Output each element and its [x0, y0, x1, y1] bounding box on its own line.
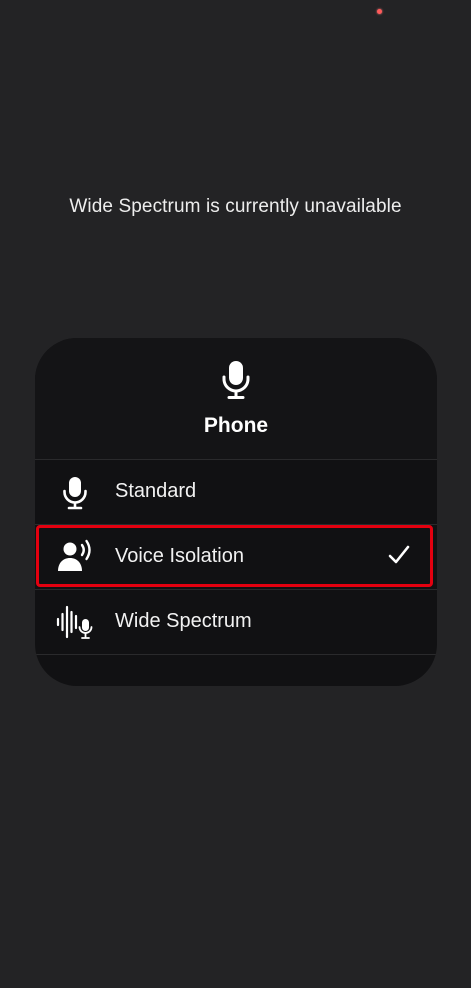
voice-isolation-icon	[58, 539, 91, 571]
option-label: Standard	[115, 480, 197, 502]
option-label: Wide Spectrum	[115, 610, 252, 632]
option-label: Voice Isolation	[115, 545, 244, 567]
checkmark-icon	[388, 545, 410, 564]
option-standard[interactable]: Standard	[35, 459, 437, 523]
microphone-icon	[222, 361, 250, 399]
mic-mode-panel: Phone Standard Voice Isolation Wide Spec…	[35, 338, 437, 686]
status-indicator-dot	[377, 9, 382, 14]
panel-bottom-spacer	[35, 654, 437, 686]
panel-title: Phone	[203, 414, 269, 437]
panel-header: Phone	[35, 338, 437, 459]
option-wide-spectrum[interactable]: Wide Spectrum	[35, 589, 437, 653]
option-voice-isolation[interactable]: Voice Isolation	[35, 524, 437, 588]
microphone-icon	[63, 477, 87, 510]
wide-spectrum-icon	[56, 605, 93, 639]
unavailable-notice: Wide Spectrum is currently unavailable	[69, 196, 402, 217]
